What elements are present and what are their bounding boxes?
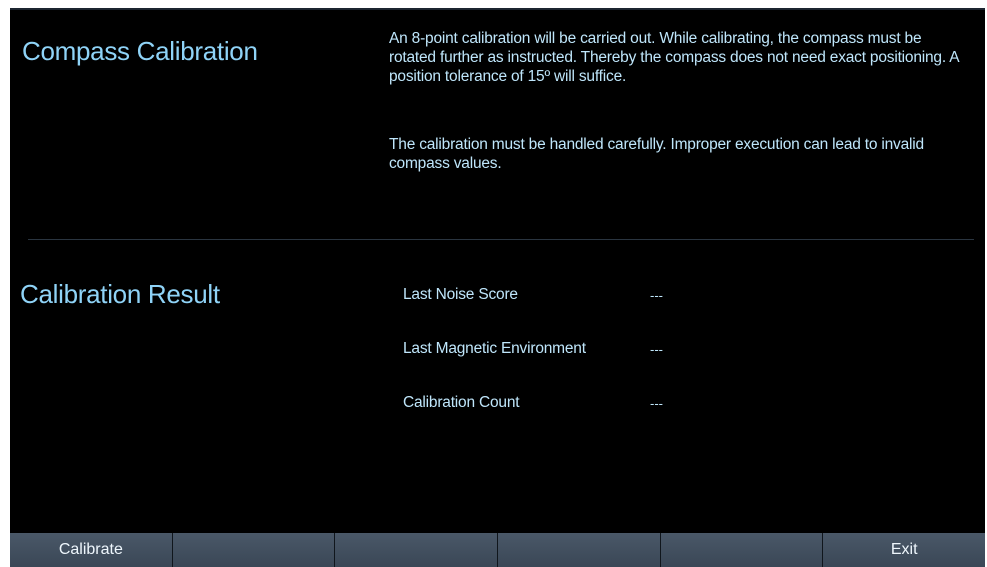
calibration-description: An 8-point calibration will be carried o…	[389, 30, 959, 85]
softkey-3[interactable]	[335, 533, 499, 567]
softkey-4[interactable]	[498, 533, 661, 567]
calibration-result-title: Calibration Result	[20, 279, 220, 309]
calibration-warning: The calibration must be handled carefull…	[389, 136, 924, 172]
compass-calibration-screen: Compass Calibration An 8-point calibrati…	[10, 8, 985, 567]
last-magnetic-environment-value: ---	[650, 342, 663, 357]
last-magnetic-environment-label: Last Magnetic Environment	[403, 340, 586, 357]
last-noise-score-value: ---	[650, 288, 663, 303]
calibration-count-value: ---	[650, 396, 663, 411]
softkey-2[interactable]	[172, 533, 336, 567]
section-divider	[28, 239, 974, 240]
calibrate-button[interactable]: Calibrate	[10, 533, 173, 567]
calibration-count-label: Calibration Count	[403, 394, 520, 411]
exit-button[interactable]: Exit	[823, 533, 985, 567]
softkey-5[interactable]	[660, 533, 824, 567]
top-edge	[10, 8, 985, 10]
softkey-bar: Calibrate Exit	[10, 533, 985, 567]
compass-calibration-title: Compass Calibration	[22, 36, 258, 66]
last-noise-score-label: Last Noise Score	[403, 286, 518, 303]
